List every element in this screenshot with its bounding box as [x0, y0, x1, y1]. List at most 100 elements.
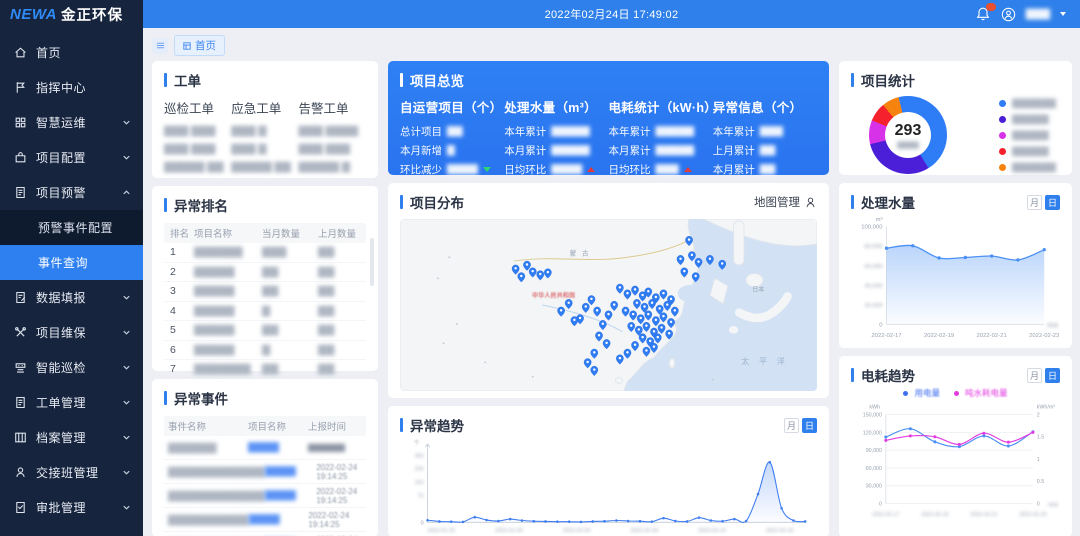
- report-time: 2022-02-24 19:14:25: [316, 463, 366, 481]
- legend-dot: [903, 391, 908, 396]
- table-row[interactable]: ▇▇▇▇▇▇▇▇▇▇▇▇▇▇▇▇: [164, 436, 366, 460]
- person-icon: [14, 466, 27, 479]
- notification-bell-icon[interactable]: [975, 6, 991, 22]
- table-row[interactable]: 3▇▇▇▇▇▇▇▇▇: [164, 282, 366, 302]
- user-menu-caret-icon[interactable]: [1060, 12, 1066, 16]
- sidebar-item-shift-mgmt[interactable]: 交接班管理: [0, 455, 143, 490]
- masked-project-link[interactable]: ▇▇▇▇: [249, 514, 309, 525]
- svg-text:2022-02-19: 2022-02-19: [924, 333, 954, 339]
- breadcrumb-tab-home[interactable]: 首页: [174, 35, 225, 56]
- masked-project-link[interactable]: ▇▇▇▇: [248, 442, 308, 453]
- sidebar-item-project-warning[interactable]: 项目预警: [0, 175, 143, 210]
- username[interactable]: ▇▇▇: [1026, 8, 1050, 20]
- table-scrollbar[interactable]: [370, 238, 374, 286]
- toggle-month-button[interactable]: 月: [784, 418, 799, 433]
- overview-section: 异常信息（个）本年累计▇▇▇上月累计▇▇本月累计▇▇: [713, 97, 817, 179]
- overview-metric-label: 环比减少: [400, 162, 442, 177]
- sidebar-item-data-report[interactable]: 数据填报: [0, 280, 143, 315]
- svg-text:80,000: 80,000: [864, 244, 883, 250]
- masked-count: ▇: [262, 344, 318, 356]
- card-title: 电耗趋势: [851, 365, 915, 385]
- masked-project-name: ▇▇▇▇▇▇: [194, 246, 262, 258]
- table-row[interactable]: ▇▇▇▇▇▇▇▇▇▇▇▇▇▇▇▇2022-02-24 19:14:24: [164, 532, 366, 536]
- report-time: 2022-02-24 19:14:25: [316, 487, 366, 505]
- chevron-down-icon: [122, 433, 131, 442]
- work-order-column: 巡检工单▇▇▇ ▇▇▇▇▇▇ ▇▇▇▇▇▇▇▇ ▇▇: [164, 98, 231, 179]
- sidebar-item-workorder-mgmt[interactable]: 工单管理: [0, 385, 143, 420]
- masked-project-link[interactable]: ▇▇▇▇: [265, 490, 316, 501]
- sidebar-item-home[interactable]: 首页: [0, 35, 143, 70]
- sidebar-subitem-event-query[interactable]: 事件查询: [0, 245, 143, 280]
- chevron-down-icon: [122, 398, 131, 407]
- map-pin-person-icon: [804, 196, 817, 209]
- table-row[interactable]: 7▇▇▇▇▇▇▇▇▇▇▇: [164, 360, 366, 380]
- masked-count: ▇▇: [318, 363, 366, 375]
- sidebar-item-approval-mgmt[interactable]: 审批管理: [0, 490, 143, 525]
- table-row[interactable]: 2▇▇▇▇▇▇▇▇▇: [164, 263, 366, 283]
- masked-value: ▇▇▇ ▇▇▇: [164, 143, 231, 155]
- masked-count: ▇▇: [318, 305, 366, 317]
- sidebar-item-command-center[interactable]: 指挥中心: [0, 70, 143, 105]
- rank-number: 5: [164, 324, 194, 336]
- toggle-day-button[interactable]: 日: [802, 418, 817, 433]
- svg-text:2022-02-21: 2022-02-21: [977, 333, 1007, 339]
- toggle-month-button[interactable]: 月: [1027, 368, 1042, 383]
- project-stats-donut-chart: 293 ▇▇▇▇: [869, 96, 947, 174]
- toggle-month-button[interactable]: 月: [1027, 195, 1042, 210]
- map-manage-link[interactable]: 地图管理: [754, 194, 817, 210]
- sidebar-subitem-warning-event-config[interactable]: 预警事件配置: [0, 210, 143, 245]
- table-row[interactable]: 4▇▇▇▇▇▇▇▇: [164, 302, 366, 322]
- rank-number: 4: [164, 305, 194, 317]
- masked-project-link[interactable]: ▇▇▇▇: [265, 466, 316, 477]
- table-row[interactable]: 6▇▇▇▇▇▇▇▇: [164, 341, 366, 361]
- china-project-map[interactable]: 蒙 古日本太 平 洋中华人民共和国: [400, 219, 817, 391]
- svg-text:40,000: 40,000: [864, 283, 883, 289]
- card-abnormal-events: 异常事件 事件名称项目名称上报时间▇▇▇▇▇▇▇▇▇▇▇▇▇▇▇▇▇▇▇▇▇▇▇…: [152, 379, 378, 536]
- legend-dot: [999, 148, 1006, 155]
- sidebar-item-project-maintain[interactable]: 项目维保: [0, 315, 143, 350]
- power-chart-legend: 用电量吨水耗电量: [851, 387, 1060, 399]
- sidebar-item-label: 智能巡检: [36, 359, 122, 376]
- archive-icon: [14, 431, 27, 444]
- svg-text:90,000: 90,000: [866, 448, 882, 454]
- masked-value: ▇▇▇▇▇: [551, 126, 589, 137]
- sidebar-item-archive-mgmt[interactable]: 档案管理: [0, 420, 143, 455]
- overview-section-heading: 自运营项目（个）: [400, 97, 504, 116]
- svg-text:0: 0: [879, 322, 883, 328]
- report-time: 2022-02-24 19:14:25: [308, 511, 366, 529]
- sidebar-item-project-config[interactable]: 项目配置: [0, 140, 143, 175]
- work-order-type-label: 应急工单: [231, 98, 298, 117]
- sidebar-item-smart-ops[interactable]: 智慧运维: [0, 105, 143, 140]
- rank-number: 3: [164, 285, 194, 297]
- sidebar-item-smart-patrol[interactable]: 智能巡检: [0, 350, 143, 385]
- svg-text:2022-01-25: 2022-01-25: [428, 528, 456, 534]
- masked-project-name: ▇▇▇▇▇: [194, 324, 262, 336]
- svg-text:2022-02-04: 2022-02-04: [563, 528, 591, 534]
- table-row[interactable]: 1▇▇▇▇▇▇▇▇▇▇▇: [164, 243, 366, 263]
- toggle-day-button[interactable]: 日: [1045, 368, 1060, 383]
- sidebar-item-label: 工单管理: [36, 394, 122, 411]
- robot-icon: [14, 361, 27, 374]
- main-content: 首页 工单 巡检工单▇▇▇ ▇▇▇▇▇▇ ▇▇▇▇▇▇▇▇ ▇▇应急工单▇▇▇ …: [143, 28, 1080, 536]
- masked-count: ▇: [262, 305, 318, 317]
- bag-icon: [14, 151, 27, 164]
- card-work-order: 工单 巡检工单▇▇▇ ▇▇▇▇▇▇ ▇▇▇▇▇▇▇▇ ▇▇应急工单▇▇▇ ▇▇▇…: [152, 61, 378, 178]
- chevron-down-icon: [122, 503, 131, 512]
- toggle-day-button[interactable]: 日: [1045, 195, 1060, 210]
- table-row[interactable]: ▇▇▇▇▇▇▇▇▇▇▇▇▇▇2022-02-24 19:14:25: [164, 508, 366, 532]
- chevron-down-icon: [122, 153, 131, 162]
- legend-dot: [999, 100, 1006, 107]
- table-row[interactable]: 5▇▇▇▇▇▇▇▇▇: [164, 321, 366, 341]
- masked-event-name: ▇▇▇▇▇▇: [164, 442, 248, 454]
- svg-text:中华人民共和国: 中华人民共和国: [532, 291, 575, 299]
- masked-value: ▇▇▇▇▇ ▇: [299, 161, 366, 173]
- chevron-up-icon: [122, 188, 131, 197]
- masked-value: ▇▇▇ ▇▇▇▇: [299, 125, 366, 137]
- table-row[interactable]: ▇▇▇▇▇▇▇▇▇▇▇▇▇▇▇▇2022-02-24 19:14:25: [164, 460, 366, 484]
- collapse-sidebar-icon[interactable]: [152, 38, 168, 54]
- trend-up-icon: [587, 167, 595, 172]
- table-row[interactable]: ▇▇▇▇▇▇▇▇▇▇▇▇▇▇▇▇2022-02-24 19:14:25: [164, 484, 366, 508]
- user-avatar-icon[interactable]: [1001, 7, 1016, 22]
- topbar: 2022年02月24日 17:49:02 ▇▇▇: [143, 0, 1080, 28]
- overview-metric-label: 上月累计: [713, 143, 755, 158]
